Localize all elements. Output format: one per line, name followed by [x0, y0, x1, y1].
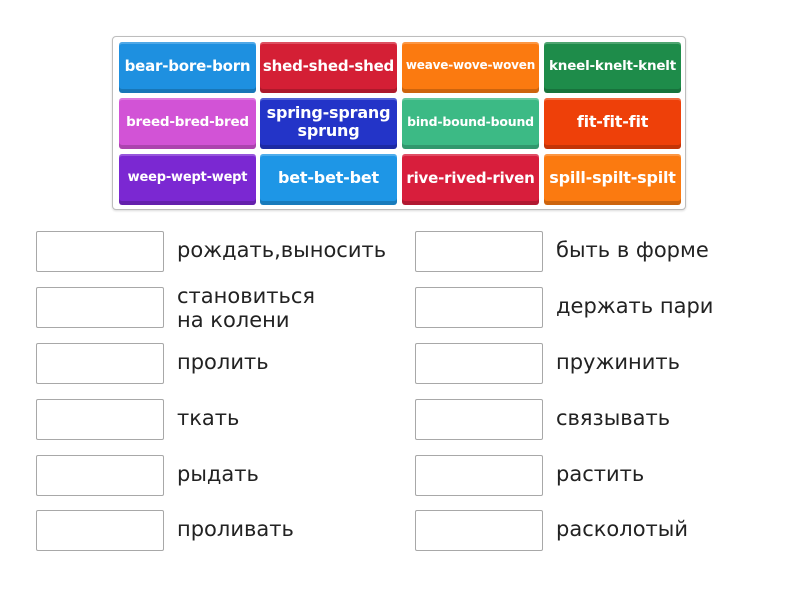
- target-label: рождать,выносить: [177, 238, 387, 262]
- drop-slot[interactable]: [415, 287, 543, 328]
- drop-slot[interactable]: [415, 455, 543, 496]
- draggable-tile[interactable]: weave-wove-woven: [402, 42, 539, 93]
- draggable-tile[interactable]: shed-shed-shed: [260, 42, 397, 93]
- tile-label: bet-bet-bet: [278, 168, 379, 188]
- draggable-tile[interactable]: rive-rived-riven: [402, 154, 539, 205]
- target-label: расколотый: [556, 517, 689, 541]
- target-label: пружинить: [556, 350, 681, 374]
- tile-label: bear-bore-born: [124, 56, 251, 75]
- target-label: ткать: [177, 406, 240, 430]
- draggable-tile[interactable]: spring-sprang sprung: [260, 98, 397, 149]
- tile-label: spring-sprang sprung: [266, 103, 391, 140]
- tile-label: spill-spilt-spilt: [549, 168, 676, 188]
- target-label: становиться на колени: [177, 284, 316, 332]
- drop-slot[interactable]: [36, 510, 164, 551]
- tile-label: rive-rived-riven: [406, 168, 535, 187]
- drop-slot[interactable]: [36, 231, 164, 272]
- draggable-tile[interactable]: bind-bound-bound: [402, 98, 539, 149]
- drop-slot[interactable]: [36, 343, 164, 384]
- tile-label: breed-bred-bred: [126, 113, 249, 130]
- target-label: рыдать: [177, 462, 259, 486]
- tile-label: kneel-knelt-knelt: [549, 57, 676, 74]
- target-label: держать пари: [556, 294, 714, 318]
- drop-slot[interactable]: [415, 343, 543, 384]
- tile-label: fit-fit-fit: [576, 112, 649, 132]
- draggable-tile[interactable]: bet-bet-bet: [260, 154, 397, 205]
- draggable-tile[interactable]: weep-wept-wept: [119, 154, 256, 205]
- drop-slot[interactable]: [415, 510, 543, 551]
- drop-slot[interactable]: [36, 455, 164, 496]
- drop-slot[interactable]: [36, 287, 164, 328]
- drop-slot[interactable]: [415, 399, 543, 440]
- tile-label: weep-wept-wept: [127, 169, 248, 185]
- target-label: растить: [556, 462, 645, 486]
- draggable-tile[interactable]: fit-fit-fit: [544, 98, 681, 149]
- tile-label: shed-shed-shed: [262, 56, 395, 75]
- draggable-tile[interactable]: bear-bore-born: [119, 42, 256, 93]
- drop-slot[interactable]: [36, 399, 164, 440]
- draggable-tile[interactable]: kneel-knelt-knelt: [544, 42, 681, 93]
- tile-label: bind-bound-bound: [407, 114, 534, 130]
- tile-label: weave-wove-woven: [405, 58, 536, 73]
- target-label: проливать: [177, 517, 294, 541]
- target-label: связывать: [556, 406, 671, 430]
- drop-slot[interactable]: [415, 231, 543, 272]
- draggable-tile[interactable]: breed-bred-bred: [119, 98, 256, 149]
- target-label: быть в форме: [556, 238, 709, 262]
- draggable-tile[interactable]: spill-spilt-spilt: [544, 154, 681, 205]
- target-label: пролить: [177, 350, 269, 374]
